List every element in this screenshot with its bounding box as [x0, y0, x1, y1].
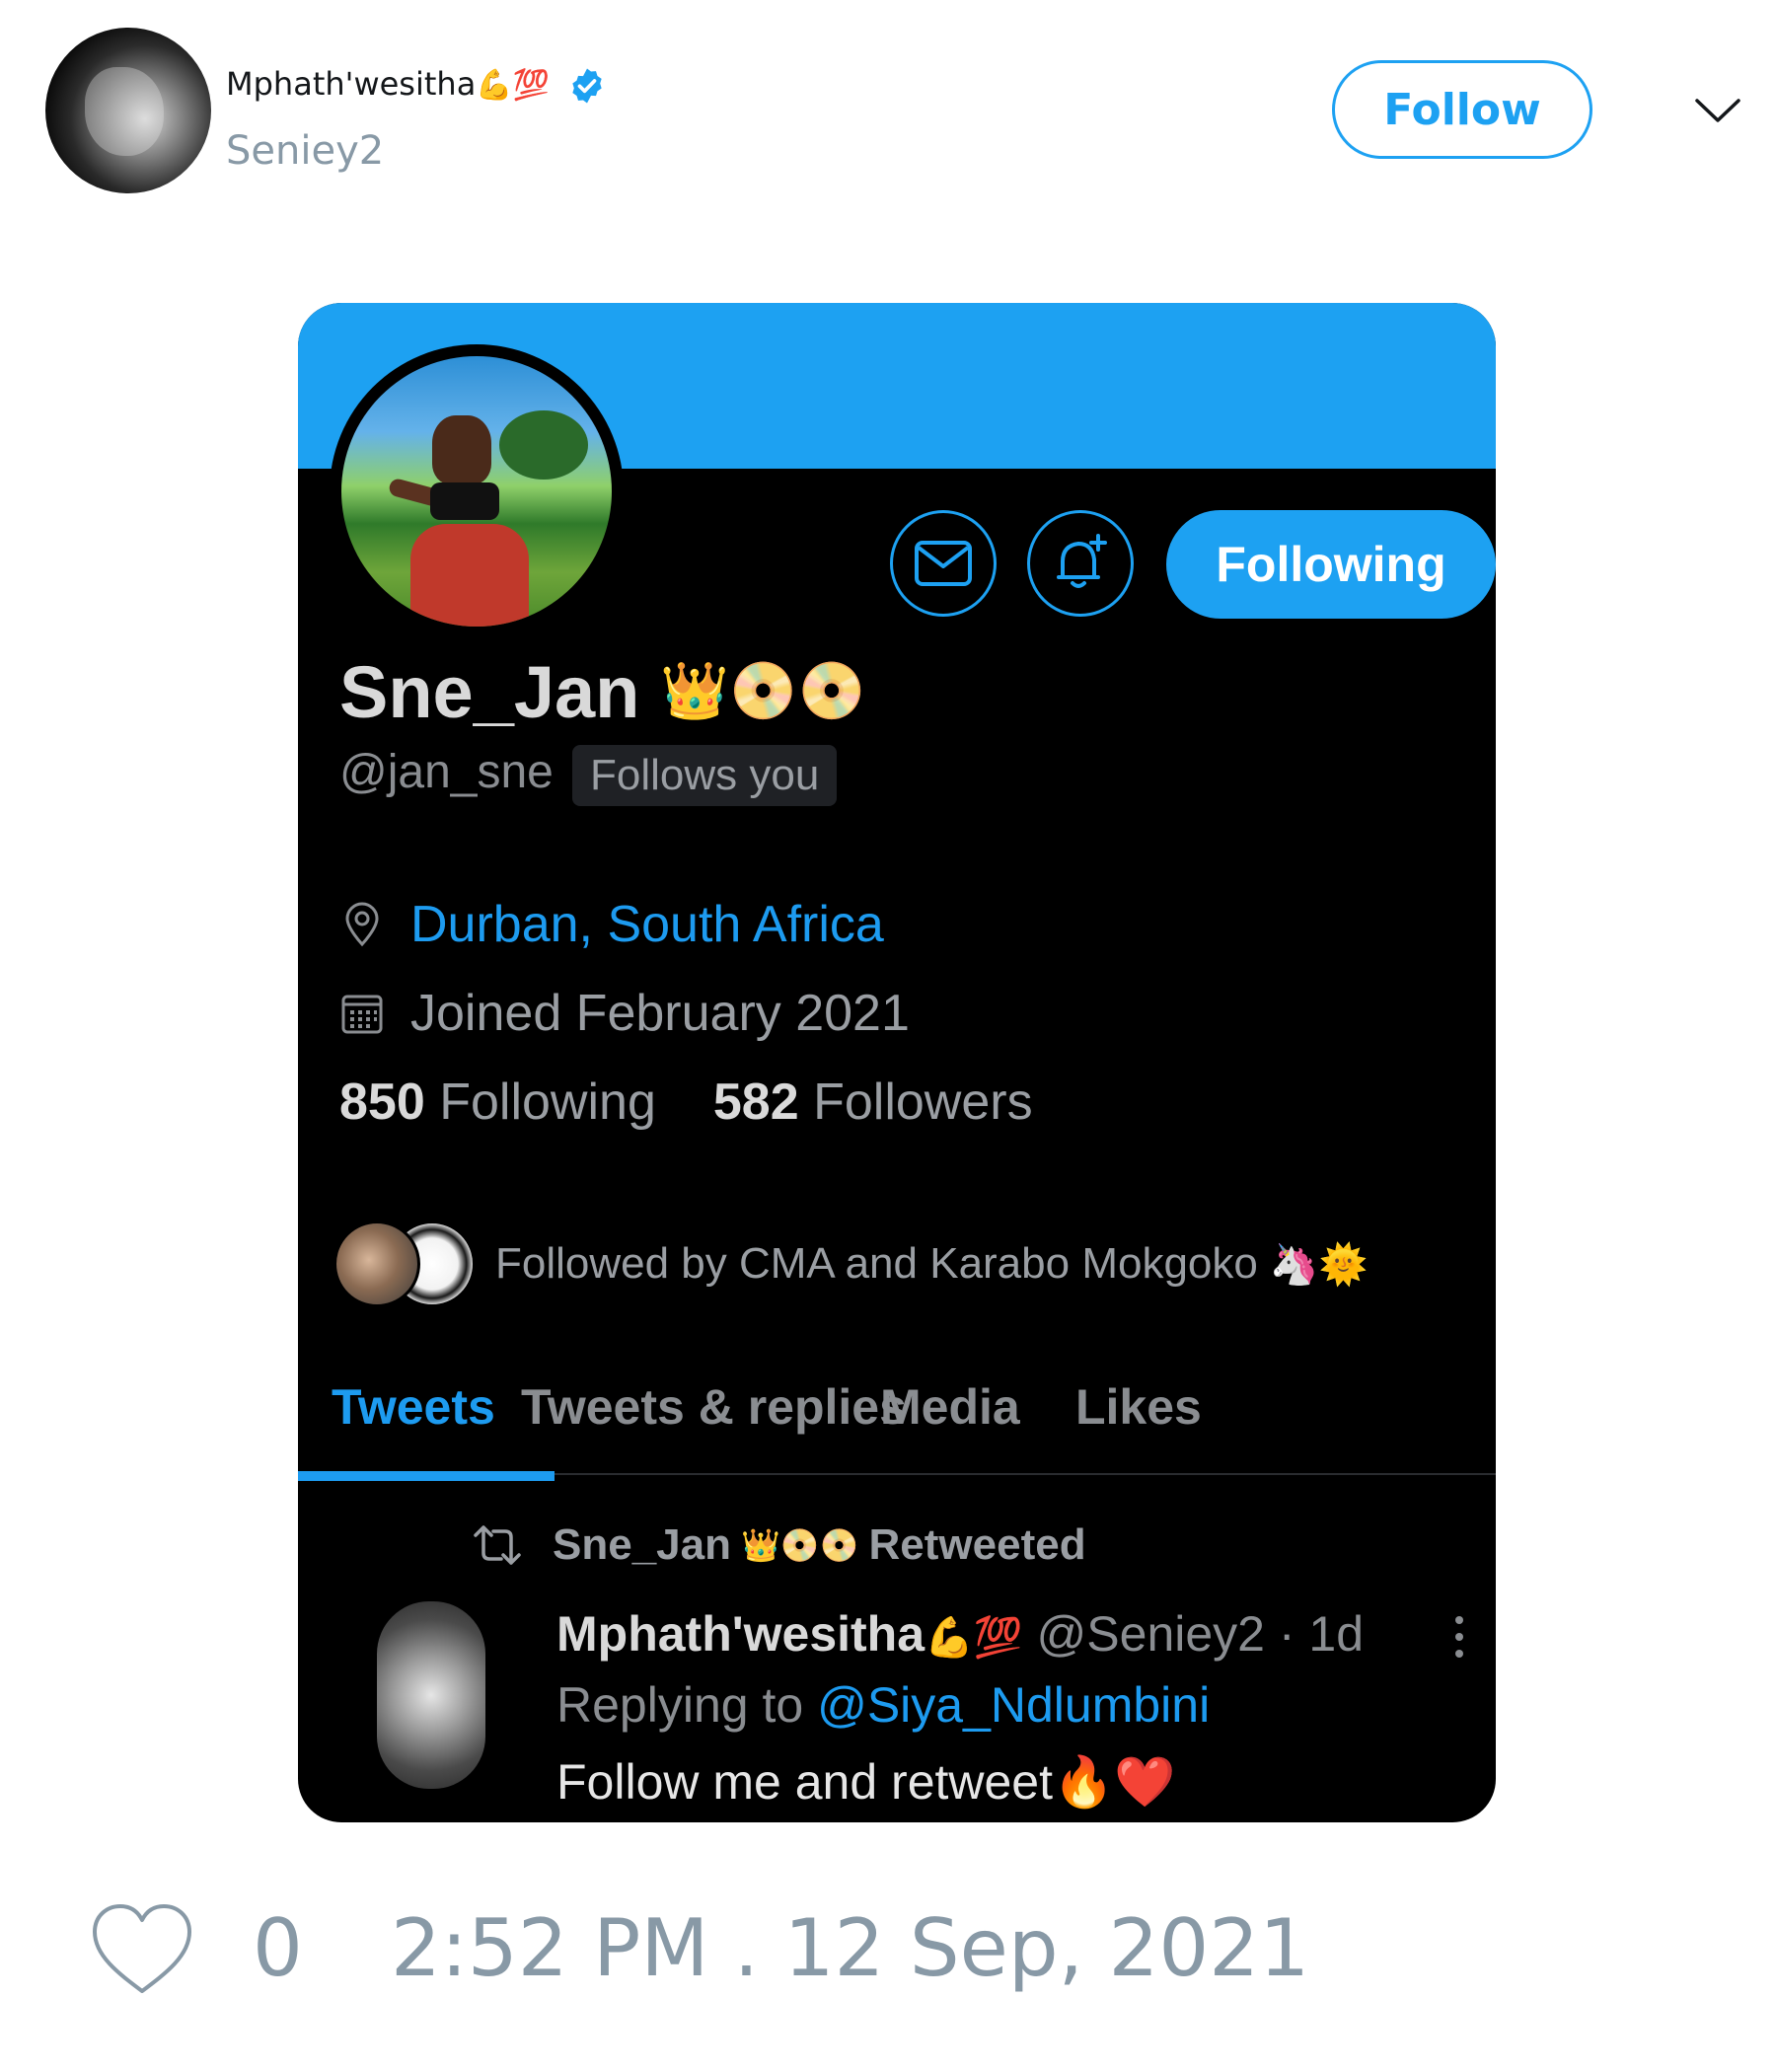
kebab-menu-icon: [1455, 1616, 1463, 1658]
retweet-icon: [474, 1525, 521, 1565]
author-emojis: 💪💯: [476, 68, 551, 103]
tab-tweets: Tweets: [332, 1379, 495, 1435]
author-name[interactable]: Mphath'wesitha: [226, 65, 476, 103]
profile-name-emojis: 👑📀📀: [659, 659, 867, 721]
profile-joined: Joined February 2021: [339, 984, 910, 1043]
tweet-handle-time: @Seniey2 · 1d: [1036, 1606, 1365, 1662]
chevron-down-icon[interactable]: [1693, 91, 1742, 130]
replying-to-user: @Siya_Ndlumbini: [817, 1677, 1211, 1733]
attached-image[interactable]: Following Sne_Jan 👑📀📀 @jan_sne Follows y…: [298, 303, 1496, 1822]
profile-tabs: Tweets Tweets & replies Media Likes: [298, 1349, 1496, 1475]
joined-text: Joined February 2021: [410, 985, 910, 1042]
message-button: [890, 510, 997, 617]
profile-counts: 850 Following 582 Followers: [339, 1073, 1033, 1132]
followers-label: Followers: [813, 1073, 1033, 1131]
tweet-text: Follow me and retweet🔥❤️: [556, 1753, 1176, 1812]
retweeted-label: Retweeted: [868, 1520, 1086, 1569]
followers-count: 582: [712, 1073, 799, 1131]
tab-likes: Likes: [1075, 1379, 1202, 1435]
follow-button[interactable]: Follow: [1332, 60, 1592, 159]
tweet-author-avatar: [377, 1601, 485, 1789]
heart-icon[interactable]: [89, 1902, 195, 1997]
location-pin-icon: [345, 902, 379, 947]
follower-avatar: [333, 1221, 420, 1307]
like-count: 0: [253, 1902, 303, 1994]
author-name-row[interactable]: Mphath'wesitha💪💯: [226, 65, 607, 106]
retweeted-by-name: Sne_Jan: [553, 1520, 731, 1569]
profile-handle: @jan_sne: [339, 746, 554, 798]
followed-by-text: Followed by CMA and Karabo Mokgoko: [495, 1239, 1258, 1288]
following-label: Following: [439, 1073, 656, 1131]
profile-location: Durban, South Africa: [339, 895, 884, 954]
profile-display-name: Sne_Jan 👑📀📀: [339, 650, 866, 734]
notifications-button: [1027, 510, 1134, 617]
bell-plus-icon: [1057, 534, 1107, 588]
retweeted-by-row: Sne_Jan 👑📀📀 Retweeted: [470, 1520, 1086, 1570]
calendar-icon: [341, 995, 383, 1034]
tweet-author-emojis: 💪💯: [925, 1616, 1023, 1660]
profile-name-text: Sne_Jan: [339, 651, 640, 733]
replying-to-label: Replying to: [556, 1677, 804, 1733]
followed-by-row: Followed by CMA and Karabo Mokgoko 🦄🌞: [333, 1221, 1368, 1307]
tweet-emojis: 🔥❤️: [1053, 1754, 1176, 1810]
author-avatar[interactable]: [45, 28, 211, 193]
profile-avatar: [330, 344, 624, 638]
followed-by-emojis: 🦄🌞: [1269, 1242, 1369, 1287]
tweet-author-name: Mphath'wesitha: [556, 1606, 925, 1662]
envelope-icon: [915, 541, 972, 586]
author-handle[interactable]: Seniey2: [226, 128, 384, 174]
following-button: Following: [1166, 510, 1496, 619]
following-count: 850: [339, 1073, 425, 1131]
active-tab-indicator: [298, 1471, 555, 1481]
replying-to-line: Replying to @Siya_Ndlumbini: [556, 1676, 1210, 1734]
verified-badge-icon: [572, 68, 602, 104]
tab-tweets-replies: Tweets & replies: [521, 1379, 907, 1435]
tweet-body: Follow me and retweet: [556, 1754, 1054, 1810]
tab-media: Media: [880, 1379, 1020, 1435]
tweet-timestamp[interactable]: 2:52 PM . 12 Sep, 2021: [391, 1902, 1309, 1994]
tweet-author-line: Mphath'wesitha💪💯 @Seniey2 · 1d: [556, 1605, 1364, 1663]
location-text: Durban, South Africa: [410, 896, 884, 953]
follows-you-badge: Follows you: [572, 745, 838, 806]
retweeted-by-emojis: 👑📀📀: [740, 1527, 859, 1563]
